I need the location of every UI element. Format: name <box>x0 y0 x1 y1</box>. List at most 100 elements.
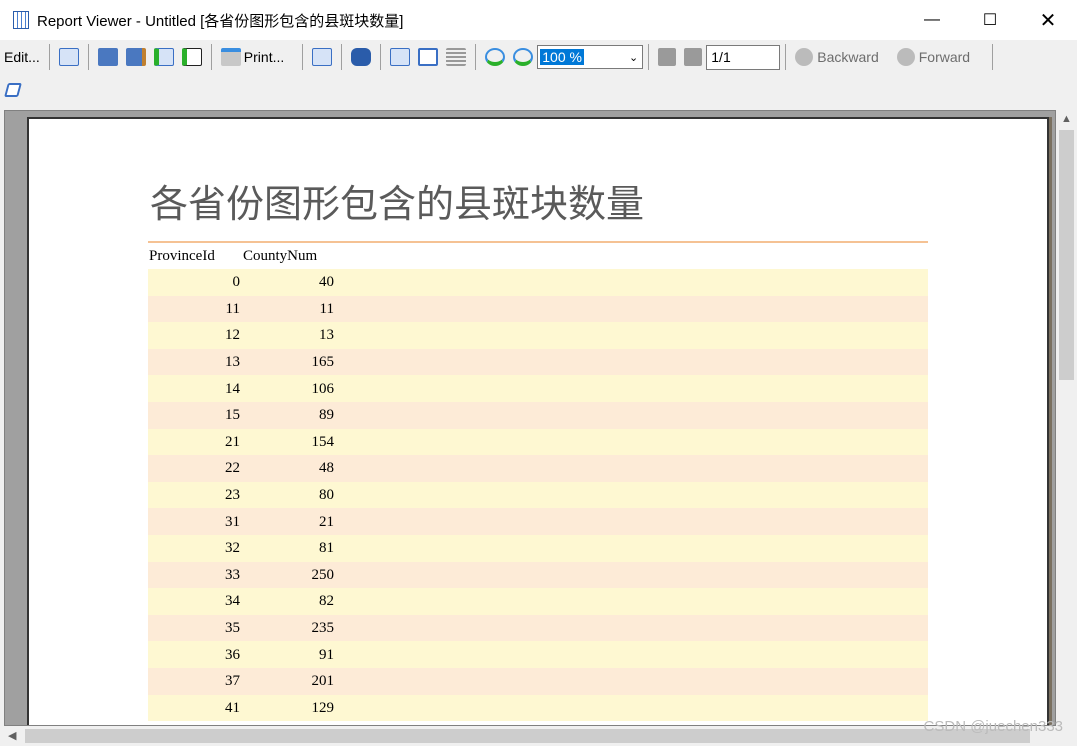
cell-countynum: 80 <box>319 487 334 504</box>
title-bar: Report Viewer - Untitled [各省份图形包含的县斑块数量]… <box>0 0 1077 40</box>
close-button[interactable]: ✕ <box>1019 0 1077 40</box>
separator <box>48 44 50 70</box>
maximize-button[interactable]: ☐ <box>961 0 1019 40</box>
arrow-down-icon <box>684 48 703 66</box>
single-page-icon <box>390 48 411 66</box>
save-button[interactable] <box>94 44 122 70</box>
print-label: Print... <box>243 49 285 65</box>
table-row: 41 129 <box>148 694 928 722</box>
cell-countynum: 250 <box>311 566 335 583</box>
save-as-button[interactable] <box>122 44 150 70</box>
cell-countynum: 201 <box>311 673 335 690</box>
binoculars-icon <box>351 48 372 66</box>
cell-countynum: 11 <box>319 300 334 317</box>
export-file-icon <box>181 48 202 66</box>
save-edit-icon <box>125 48 146 66</box>
cell-provinceid: 14 <box>225 380 240 397</box>
export-button[interactable] <box>150 44 178 70</box>
separator <box>210 44 212 70</box>
vertical-scrollbar[interactable]: ▲ <box>1056 110 1077 726</box>
title-rule <box>148 241 928 243</box>
continuous-button[interactable] <box>442 44 470 70</box>
parameters-button[interactable] <box>0 77 24 103</box>
separator <box>992 44 994 70</box>
continuous-pages-icon <box>446 48 467 66</box>
horizontal-scrollbar[interactable]: ◀ <box>0 726 1056 746</box>
table-row: 34 82 <box>148 588 928 615</box>
toolbar: Edit... Print... 100 % ⌄ Backward Forward <box>0 41 1077 73</box>
window-title: Report Viewer - Untitled [各省份图形包含的县斑块数量] <box>37 12 404 30</box>
table-row: 15 89 <box>148 401 928 429</box>
backward-label: Backward <box>817 49 879 65</box>
copy-icon <box>312 48 333 66</box>
cell-countynum: 165 <box>311 354 335 371</box>
back-icon <box>795 48 814 66</box>
zoom-in-button[interactable] <box>509 44 537 70</box>
cell-provinceid: 31 <box>225 513 240 530</box>
multi-page-icon <box>418 48 439 66</box>
report-viewport: 各省份图形包含的县斑块数量 ProvinceId CountyNum 0 40 11… <box>4 110 1056 726</box>
backward-button[interactable]: Backward <box>791 44 882 70</box>
report-viewer-app-icon <box>13 11 29 29</box>
find-button[interactable] <box>347 44 375 70</box>
export-file-button[interactable] <box>178 44 206 70</box>
cell-provinceid: 12 <box>225 327 240 344</box>
separator <box>648 44 650 70</box>
edit-page-icon <box>4 83 22 97</box>
table-row: 32 81 <box>148 534 928 562</box>
cell-provinceid: 22 <box>225 460 240 477</box>
cell-provinceid: 15 <box>225 407 240 424</box>
printer-icon <box>220 48 241 66</box>
column-header-countynum: CountyNum <box>243 248 318 264</box>
copy-button[interactable] <box>308 44 336 70</box>
separator <box>475 44 477 70</box>
design-button[interactable] <box>55 44 83 70</box>
cell-provinceid: 23 <box>225 487 240 504</box>
separator <box>380 44 382 70</box>
zoom-in-icon <box>513 48 534 66</box>
scroll-left-icon[interactable]: ◀ <box>8 729 16 742</box>
horizontal-scroll-thumb[interactable] <box>25 729 1030 743</box>
vertical-scroll-thumb[interactable] <box>1059 130 1074 380</box>
cell-countynum: 82 <box>319 593 334 610</box>
zoom-out-icon <box>485 48 506 66</box>
toolbar-row-2 <box>0 74 24 106</box>
page-number-input[interactable] <box>706 44 781 70</box>
chevron-down-icon: ⌄ <box>629 51 639 64</box>
cell-provinceid: 13 <box>225 354 240 371</box>
next-page-button[interactable] <box>680 44 706 70</box>
table-row: 21 154 <box>148 428 928 456</box>
cell-countynum: 81 <box>319 540 334 557</box>
table-row: 11 11 <box>148 295 928 323</box>
edit-button[interactable]: Edit... <box>0 44 44 70</box>
scroll-up-icon[interactable]: ▲ <box>1061 113 1072 125</box>
table-row: 33 250 <box>148 561 928 589</box>
single-page-button[interactable] <box>386 44 414 70</box>
zoom-out-button[interactable] <box>481 44 509 70</box>
print-button[interactable]: Print... <box>217 44 288 70</box>
cell-countynum: 154 <box>311 433 335 450</box>
cell-countynum: 106 <box>311 380 335 397</box>
report-page: 各省份图形包含的县斑块数量 ProvinceId CountyNum 0 40 11… <box>27 117 1049 725</box>
cell-provinceid: 41 <box>225 699 240 716</box>
table-row: 13 165 <box>148 348 928 376</box>
table-row: 36 91 <box>148 641 928 668</box>
multi-page-button[interactable] <box>414 44 442 70</box>
forward-button[interactable]: Forward <box>893 44 974 70</box>
table-row: 23 80 <box>148 481 928 509</box>
separator <box>87 44 89 70</box>
previous-page-button[interactable] <box>654 44 680 70</box>
minimize-button[interactable]: — <box>903 0 961 40</box>
table-row: 22 48 <box>148 455 928 482</box>
cell-countynum: 91 <box>319 646 334 663</box>
zoom-select[interactable]: 100 % ⌄ <box>537 45 644 69</box>
column-header-provinceid: ProvinceId <box>149 248 215 264</box>
report-title: 各省份图形包含的县斑块数量 <box>150 182 645 226</box>
save-icon <box>97 48 118 66</box>
table-row: 37 201 <box>148 667 928 695</box>
watermark: CSDN @juechen333 <box>923 718 1063 735</box>
cell-countynum: 129 <box>311 699 335 716</box>
cell-countynum: 13 <box>319 327 334 344</box>
cell-provinceid: 37 <box>225 673 240 690</box>
table-row: 35 235 <box>148 614 928 642</box>
